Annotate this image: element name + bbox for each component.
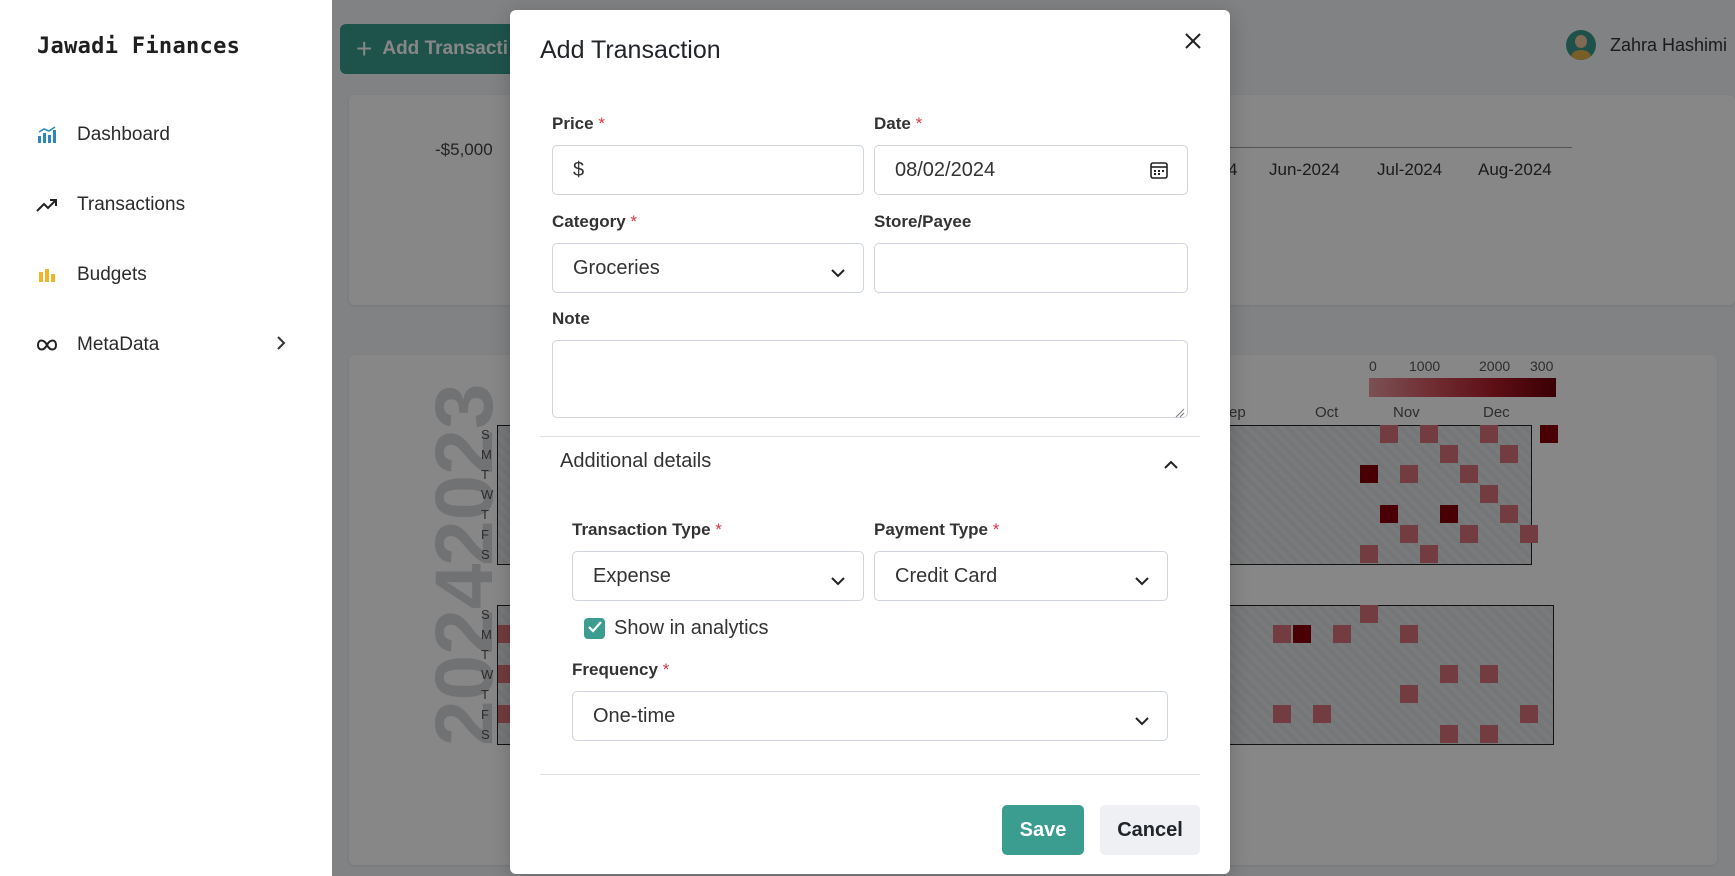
date-value: 08/02/2024: [895, 158, 996, 181]
transaction-type-label: Transaction Type *: [572, 520, 722, 539]
divider: [540, 774, 1200, 775]
save-button[interactable]: Save: [1002, 805, 1084, 855]
transaction-type-select[interactable]: Expense: [572, 551, 864, 601]
sidebar-item-metadata[interactable]: MetaData: [34, 325, 294, 365]
show-in-analytics-checkbox[interactable]: [584, 618, 605, 639]
sidebar-item-label: Transactions: [77, 194, 186, 215]
sidebar-item-label: Budgets: [77, 264, 147, 285]
currency-prefix: $: [573, 158, 585, 181]
additional-details-title: Additional details: [560, 449, 712, 472]
store-payee-input[interactable]: [874, 243, 1188, 293]
resize-handle-icon[interactable]: [1175, 405, 1185, 418]
category-value: Groceries: [573, 256, 660, 279]
trending-up-icon: [34, 194, 60, 216]
modal-title: Add Transaction: [540, 36, 721, 64]
price-input[interactable]: $: [552, 145, 864, 195]
sidebar-item-transactions[interactable]: Transactions: [34, 185, 294, 225]
sidebar-item-label: Dashboard: [77, 124, 170, 145]
category-label: Category *: [552, 212, 638, 231]
add-transaction-modal: Add Transaction Price * $ Date * 08/02/2…: [510, 10, 1230, 874]
frequency-select[interactable]: One-time: [572, 691, 1168, 741]
additional-details-toggle[interactable]: Additional details: [540, 436, 1200, 486]
close-button[interactable]: [1178, 28, 1208, 58]
chevron-right-icon: [276, 335, 286, 357]
sidebar: Jawadi Finances Dashboard Transactions B…: [0, 0, 332, 876]
app-brand[interactable]: Jawadi Finances: [37, 34, 240, 59]
sidebar-item-dashboard[interactable]: Dashboard: [34, 115, 294, 155]
frequency-label: Frequency *: [572, 660, 670, 679]
budget-bars-icon: [34, 264, 60, 286]
cancel-button[interactable]: Cancel: [1100, 805, 1200, 855]
sidebar-item-budgets[interactable]: Budgets: [34, 255, 294, 295]
calendar-icon[interactable]: [1149, 160, 1169, 186]
price-label: Price *: [552, 114, 605, 133]
sidebar-item-label: MetaData: [77, 334, 160, 355]
chart-bar-icon: [34, 124, 60, 146]
store-payee-label: Store/Payee: [874, 212, 972, 231]
note-textarea[interactable]: [552, 340, 1188, 418]
chevron-down-icon: [1135, 569, 1149, 592]
chevron-up-icon: [1164, 453, 1178, 476]
category-select[interactable]: Groceries: [552, 243, 864, 293]
payment-type-value: Credit Card: [895, 564, 998, 587]
show-in-analytics-label[interactable]: Show in analytics: [614, 617, 769, 640]
payment-type-select[interactable]: Credit Card: [874, 551, 1168, 601]
date-input[interactable]: 08/02/2024: [874, 145, 1188, 195]
chevron-down-icon: [1135, 709, 1149, 732]
note-label: Note: [552, 309, 590, 328]
payment-type-label: Payment Type *: [874, 520, 1000, 539]
checkmark-icon: [587, 620, 602, 638]
chevron-down-icon: [831, 261, 845, 284]
frequency-value: One-time: [593, 704, 676, 727]
transaction-type-value: Expense: [593, 564, 671, 587]
close-icon: [1184, 32, 1202, 55]
infinity-icon: [34, 334, 60, 356]
date-label: Date *: [874, 114, 923, 133]
chevron-down-icon: [831, 569, 845, 592]
